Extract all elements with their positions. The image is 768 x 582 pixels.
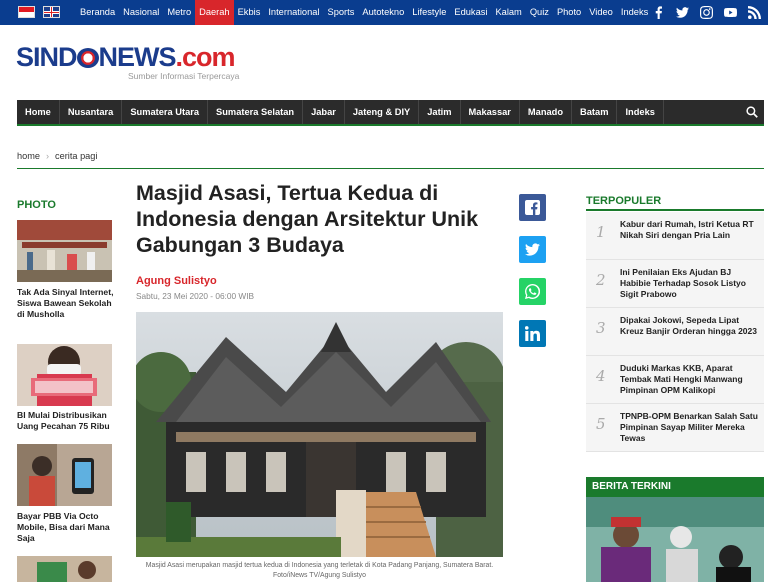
social-links: [646, 0, 766, 25]
popular-rank: 5: [596, 415, 606, 433]
rss-icon[interactable]: [742, 0, 766, 25]
chevron-right-icon: ›: [45, 151, 50, 161]
article-hero-image: [136, 312, 503, 557]
main-nav: Home Nusantara Sumatera Utara Sumatera S…: [17, 100, 764, 126]
linkedin-icon: [525, 326, 540, 341]
topnav-photo[interactable]: Photo: [553, 0, 585, 25]
popular-headline[interactable]: Kabur dari Rumah, Istri Ketua RT Nikah S…: [620, 219, 760, 241]
topnav-beranda[interactable]: Beranda: [76, 0, 119, 25]
logo-tagline: Sumber Informasi Terpercaya: [128, 71, 240, 81]
topnav-edukasi[interactable]: Edukasi: [450, 0, 491, 25]
logo-wordmark: SIND NEWS.com: [16, 42, 236, 72]
popular-item[interactable]: 4 Duduki Markas KKB, Aparat Tembak Mati …: [586, 356, 764, 404]
article-author[interactable]: Agung Sulistyo: [136, 275, 217, 287]
popular-rank: 2: [596, 271, 606, 289]
mainnav-jateng-diy[interactable]: Jateng & DIY: [345, 100, 420, 124]
popular-item[interactable]: 3 Dipakai Jokowi, Sepeda Lipat Kreuz Ban…: [586, 308, 764, 356]
site-logo[interactable]: SIND NEWS.com Sumber Informasi Terpercaya: [16, 42, 276, 82]
popular-rank: 4: [596, 367, 606, 385]
breadcrumb-divider: [17, 168, 764, 169]
photo-thumb-4[interactable]: [17, 556, 112, 582]
photo-caption-2[interactable]: BI Mulai Distribusikan Uang Pecahan 75 R…: [17, 410, 115, 432]
photo-thumb-1[interactable]: [17, 220, 112, 282]
topnav-metro[interactable]: Metro: [163, 0, 195, 25]
popular-item[interactable]: 1 Kabur dari Rumah, Istri Ketua RT Nikah…: [586, 212, 764, 260]
topnav-quiz[interactable]: Quiz: [526, 0, 553, 25]
photo-caption-3[interactable]: Bayar PBB Via Octo Mobile, Bisa dari Man…: [17, 511, 115, 544]
breadcrumb-current[interactable]: cerita pagi: [55, 151, 97, 161]
popular-headline[interactable]: TPNPB-OPM Benarkan Salah Satu Pimpinan S…: [620, 411, 760, 444]
twitter-icon: [525, 243, 540, 256]
facebook-icon: [525, 200, 540, 215]
top-bar: Beranda Nasional Metro Daerah Ekbis Inte…: [0, 0, 768, 25]
topnav-nasional[interactable]: Nasional: [119, 0, 163, 25]
photo-caption-1[interactable]: Tak Ada Sinyal Internet, Siswa Bawean Se…: [17, 287, 115, 320]
share-facebook-button[interactable]: [519, 194, 546, 221]
popular-headline[interactable]: Dipakai Jokowi, Sepeda Lipat Kreuz Banji…: [620, 315, 760, 337]
topnav-lifestyle[interactable]: Lifestyle: [408, 0, 450, 25]
topnav-kalam[interactable]: Kalam: [491, 0, 525, 25]
mainnav-makassar[interactable]: Makassar: [461, 100, 520, 124]
twitter-icon[interactable]: [670, 0, 694, 25]
mainnav-nusantara[interactable]: Nusantara: [60, 100, 123, 124]
logo-globe-icon: [76, 48, 99, 68]
popular-rank: 1: [596, 223, 606, 241]
youtube-icon[interactable]: [718, 0, 742, 25]
uk-flag-icon[interactable]: [43, 6, 60, 18]
article-image-caption: Masjid Asasi merupakan masjid tertua ked…: [145, 562, 494, 579]
breadcrumb-home[interactable]: home: [17, 151, 40, 161]
mainnav-indeks[interactable]: Indeks: [617, 100, 664, 124]
mainnav-jatim[interactable]: Jatim: [419, 100, 461, 124]
share-whatsapp-button[interactable]: [519, 278, 546, 305]
popular-item[interactable]: 2 Ini Penilaian Eks Ajudan BJ Habibie Te…: [586, 260, 764, 308]
berita-terkini-title: BERITA TERKINI: [586, 477, 764, 497]
search-icon[interactable]: [746, 106, 758, 118]
share-linkedin-button[interactable]: [519, 320, 546, 347]
article-date: Sabtu, 23 Mei 2020 - 06:00 WIB: [136, 291, 255, 301]
topnav-international[interactable]: International: [264, 0, 323, 25]
photo-thumb-3[interactable]: [17, 444, 112, 506]
breadcrumb: home › cerita pagi: [17, 151, 97, 161]
topnav-autotekno[interactable]: Autotekno: [358, 0, 408, 25]
mainnav-batam[interactable]: Batam: [572, 100, 618, 124]
topnav-sports[interactable]: Sports: [324, 0, 359, 25]
popular-headline[interactable]: Ini Penilaian Eks Ajudan BJ Habibie Terh…: [620, 267, 760, 300]
popular-headline[interactable]: Duduki Markas KKB, Aparat Tembak Mati He…: [620, 363, 760, 396]
mainnav-jabar[interactable]: Jabar: [303, 100, 345, 124]
article-title: Masjid Asasi, Tertua Kedua di Indonesia …: [136, 181, 479, 257]
mainnav-manado[interactable]: Manado: [520, 100, 573, 124]
berita-terkini-image[interactable]: [586, 497, 764, 582]
facebook-icon[interactable]: [646, 0, 670, 25]
mainnav-sumatera-selatan[interactable]: Sumatera Selatan: [208, 100, 304, 124]
terpopuler-divider: [586, 209, 764, 211]
terpopuler-title: TERPOPULER: [586, 195, 662, 207]
mainnav-sumatera-utara[interactable]: Sumatera Utara: [122, 100, 209, 124]
whatsapp-icon: [525, 284, 540, 299]
popular-item[interactable]: 5 TPNPB-OPM Benarkan Salah Satu Pimpinan…: [586, 404, 764, 452]
mainnav-home[interactable]: Home: [17, 100, 60, 124]
topnav-ekbis[interactable]: Ekbis: [234, 0, 265, 25]
indonesia-flag-icon[interactable]: [18, 6, 35, 18]
photo-section-title: PHOTO: [17, 199, 56, 211]
topnav-video[interactable]: Video: [585, 0, 617, 25]
popular-rank: 3: [596, 319, 606, 337]
instagram-icon[interactable]: [694, 0, 718, 25]
top-nav: Beranda Nasional Metro Daerah Ekbis Inte…: [76, 0, 652, 25]
topnav-daerah[interactable]: Daerah: [195, 0, 234, 25]
photo-thumb-2[interactable]: [17, 344, 112, 406]
share-twitter-button[interactable]: [519, 236, 546, 263]
